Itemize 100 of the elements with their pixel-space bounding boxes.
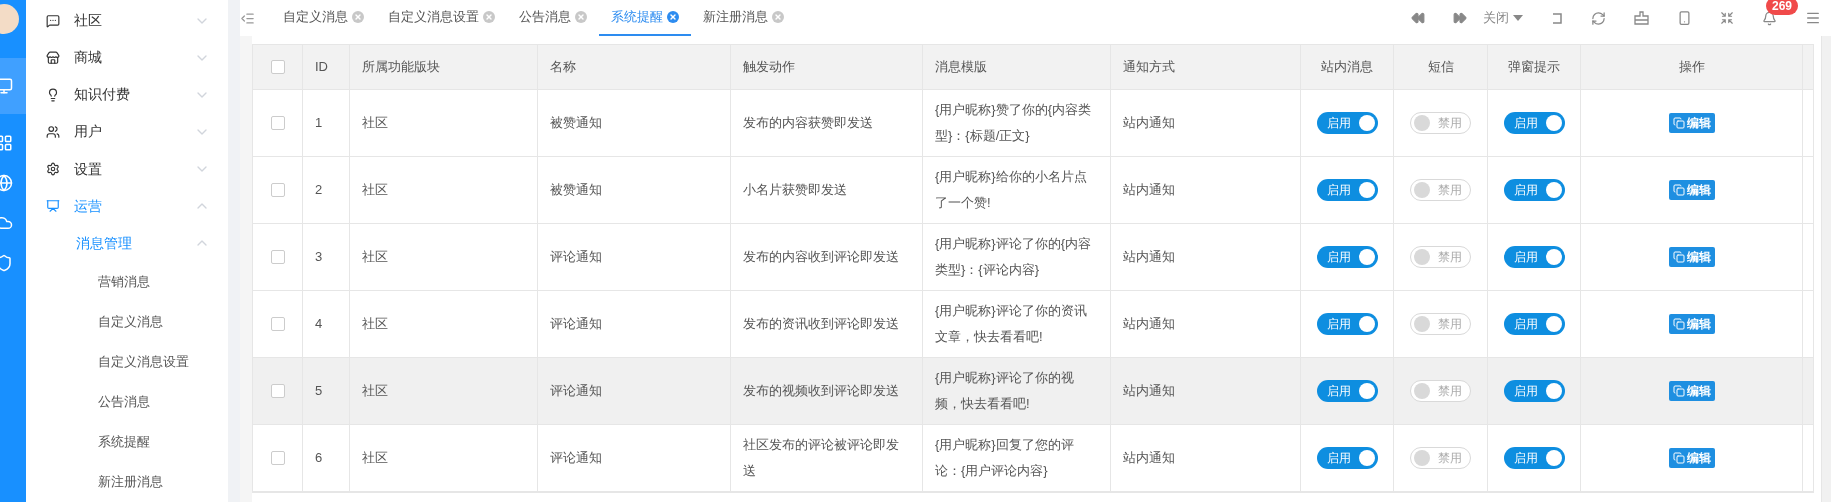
toggle-switch[interactable]: 禁用 bbox=[1410, 313, 1471, 335]
notification-bell-icon[interactable] bbox=[1762, 10, 1777, 26]
toggle-switch[interactable]: 启用 bbox=[1503, 179, 1565, 201]
submenu-link[interactable]: 公告消息 bbox=[26, 382, 228, 422]
scroll-right-icon[interactable] bbox=[1453, 11, 1467, 25]
row-checkbox[interactable] bbox=[270, 451, 285, 465]
caret-down-icon bbox=[1513, 15, 1523, 21]
return-icon[interactable] bbox=[1551, 11, 1563, 25]
toggle-switch[interactable]: 启用 bbox=[1316, 112, 1378, 134]
table-cell-text: 站内通知 bbox=[1123, 449, 1175, 467]
row-checkbox[interactable] bbox=[270, 250, 285, 264]
table-cell-text: 1 bbox=[315, 114, 323, 132]
table-cell-text: 社区 bbox=[362, 114, 388, 132]
sidebar-item[interactable]: 知识付费 bbox=[26, 76, 228, 114]
tab[interactable]: 自定义消息设置 bbox=[376, 0, 507, 36]
toggle-switch[interactable]: 启用 bbox=[1503, 112, 1565, 134]
row-checkbox[interactable] bbox=[270, 116, 285, 130]
close-icon[interactable] bbox=[352, 11, 364, 23]
submenu-link[interactable]: 自定义消息设置 bbox=[26, 342, 228, 382]
table-cell-text: 评论通知 bbox=[550, 315, 602, 333]
edit-button[interactable]: 编辑 bbox=[1668, 448, 1715, 468]
toggle-switch[interactable]: 启用 bbox=[1503, 246, 1565, 268]
refresh-icon[interactable] bbox=[1591, 10, 1606, 26]
table-cell-text: 发布的内容收到评论即发送 bbox=[743, 248, 899, 266]
toggle-switch[interactable]: 禁用 bbox=[1410, 447, 1471, 469]
table-cell-text: {用户昵称}评论了你的{内容类型}：{评论内容} bbox=[935, 235, 1093, 279]
notification-badge: 269 bbox=[1766, 0, 1799, 15]
cloud-icon[interactable] bbox=[0, 214, 13, 232]
copy-icon bbox=[1672, 452, 1685, 464]
tab[interactable]: 公告消息 bbox=[507, 0, 599, 36]
table-cell-text: 站内通知 bbox=[1123, 248, 1175, 266]
grid-icon[interactable] bbox=[0, 134, 13, 152]
copy-icon bbox=[1672, 385, 1685, 397]
submenu-link[interactable]: 营销消息 bbox=[26, 262, 228, 302]
toggle-switch[interactable]: 启用 bbox=[1316, 313, 1378, 335]
column-header: 触发动作 bbox=[743, 58, 795, 77]
table-cell-text: 社区 bbox=[362, 315, 388, 333]
close-icon[interactable] bbox=[483, 11, 495, 23]
copy-icon bbox=[1672, 184, 1685, 196]
toggle-switch[interactable]: 禁用 bbox=[1410, 246, 1471, 268]
shield-icon[interactable] bbox=[0, 254, 13, 272]
sidebar-item[interactable]: 用户 bbox=[26, 113, 228, 151]
table-cell-text: 站内通知 bbox=[1123, 315, 1175, 333]
submenu-link[interactable]: 系统提醒 bbox=[26, 422, 228, 462]
monitor-icon[interactable] bbox=[0, 77, 13, 95]
row-checkbox[interactable] bbox=[270, 183, 285, 197]
column-header: 操作 bbox=[1678, 58, 1705, 77]
edit-button[interactable]: 编辑 bbox=[1668, 113, 1715, 133]
globe-icon[interactable] bbox=[0, 174, 13, 192]
scroll-left-icon[interactable] bbox=[1411, 11, 1425, 25]
submenu-item[interactable]: 消息管理 bbox=[26, 224, 228, 262]
tab[interactable]: 自定义消息 bbox=[271, 0, 376, 36]
row-checkbox[interactable] bbox=[270, 384, 285, 398]
table-cell-text: {用户昵称}赞了你的{内容类型}：{标题/正文} bbox=[935, 101, 1093, 145]
table-cell-text: {用户昵称}给你的小名片点了一个赞! bbox=[935, 168, 1088, 212]
edit-button[interactable]: 编辑 bbox=[1668, 314, 1715, 334]
table-cell-text: 评论通知 bbox=[550, 382, 602, 400]
row-checkbox[interactable] bbox=[270, 317, 285, 331]
select-all-checkbox[interactable] bbox=[270, 60, 285, 74]
table-cell-text: 6 bbox=[315, 449, 323, 467]
edit-button[interactable]: 编辑 bbox=[1668, 247, 1715, 267]
edit-button[interactable]: 编辑 bbox=[1668, 381, 1715, 401]
toggle-switch[interactable]: 启用 bbox=[1503, 313, 1565, 335]
collapse-menu-icon[interactable] bbox=[240, 10, 255, 26]
table-cell-text: 社区发布的评论被评论即发送 bbox=[743, 436, 900, 480]
column-header: 站内消息 bbox=[1321, 58, 1373, 77]
tab[interactable]: 新注册消息 bbox=[691, 0, 796, 36]
close-menu-dropdown[interactable]: 关闭 bbox=[1483, 8, 1523, 28]
toggle-switch[interactable]: 禁用 bbox=[1410, 112, 1471, 134]
toggle-switch[interactable]: 启用 bbox=[1316, 246, 1378, 268]
table-cell-text: 社区 bbox=[362, 181, 388, 199]
table-cell-text: {用户昵称}回复了您的评论：{用户评论内容} bbox=[935, 436, 1075, 480]
copy-icon bbox=[1672, 251, 1685, 263]
column-header: 名称 bbox=[550, 58, 576, 77]
toggle-switch[interactable]: 禁用 bbox=[1410, 380, 1471, 402]
close-icon[interactable] bbox=[667, 11, 679, 23]
sidebar-item[interactable]: 运营 bbox=[26, 187, 228, 225]
copy-icon bbox=[1672, 318, 1685, 330]
table-cell-text: {用户昵称}评论了你的视频，快去看看吧! bbox=[935, 369, 1075, 413]
sidebar-item[interactable]: 商城 bbox=[26, 39, 228, 77]
toggle-switch[interactable]: 启用 bbox=[1316, 179, 1378, 201]
tab[interactable]: 系统提醒 bbox=[599, 0, 691, 36]
close-icon[interactable] bbox=[772, 11, 784, 23]
close-icon[interactable] bbox=[575, 11, 587, 23]
sidebar-item[interactable]: 设置 bbox=[26, 150, 228, 188]
submenu-link[interactable]: 自定义消息 bbox=[26, 302, 228, 342]
fullscreen-icon[interactable] bbox=[1720, 11, 1734, 25]
edit-button[interactable]: 编辑 bbox=[1668, 180, 1715, 200]
toggle-switch[interactable]: 启用 bbox=[1316, 447, 1378, 469]
toggle-switch[interactable]: 启用 bbox=[1316, 380, 1378, 402]
sidebar-item[interactable]: 社区 bbox=[26, 2, 228, 40]
toggle-switch[interactable]: 禁用 bbox=[1410, 179, 1471, 201]
table-cell-text: 被赞通知 bbox=[550, 181, 602, 199]
submenu-link[interactable]: 新注册消息 bbox=[26, 462, 228, 502]
toggle-switch[interactable]: 启用 bbox=[1503, 380, 1565, 402]
brush-icon[interactable] bbox=[1634, 11, 1649, 25]
table-cell-text: 3 bbox=[315, 248, 323, 266]
copy-icon bbox=[1672, 117, 1685, 129]
mobile-icon[interactable] bbox=[1677, 10, 1692, 26]
toggle-switch[interactable]: 启用 bbox=[1503, 447, 1565, 469]
